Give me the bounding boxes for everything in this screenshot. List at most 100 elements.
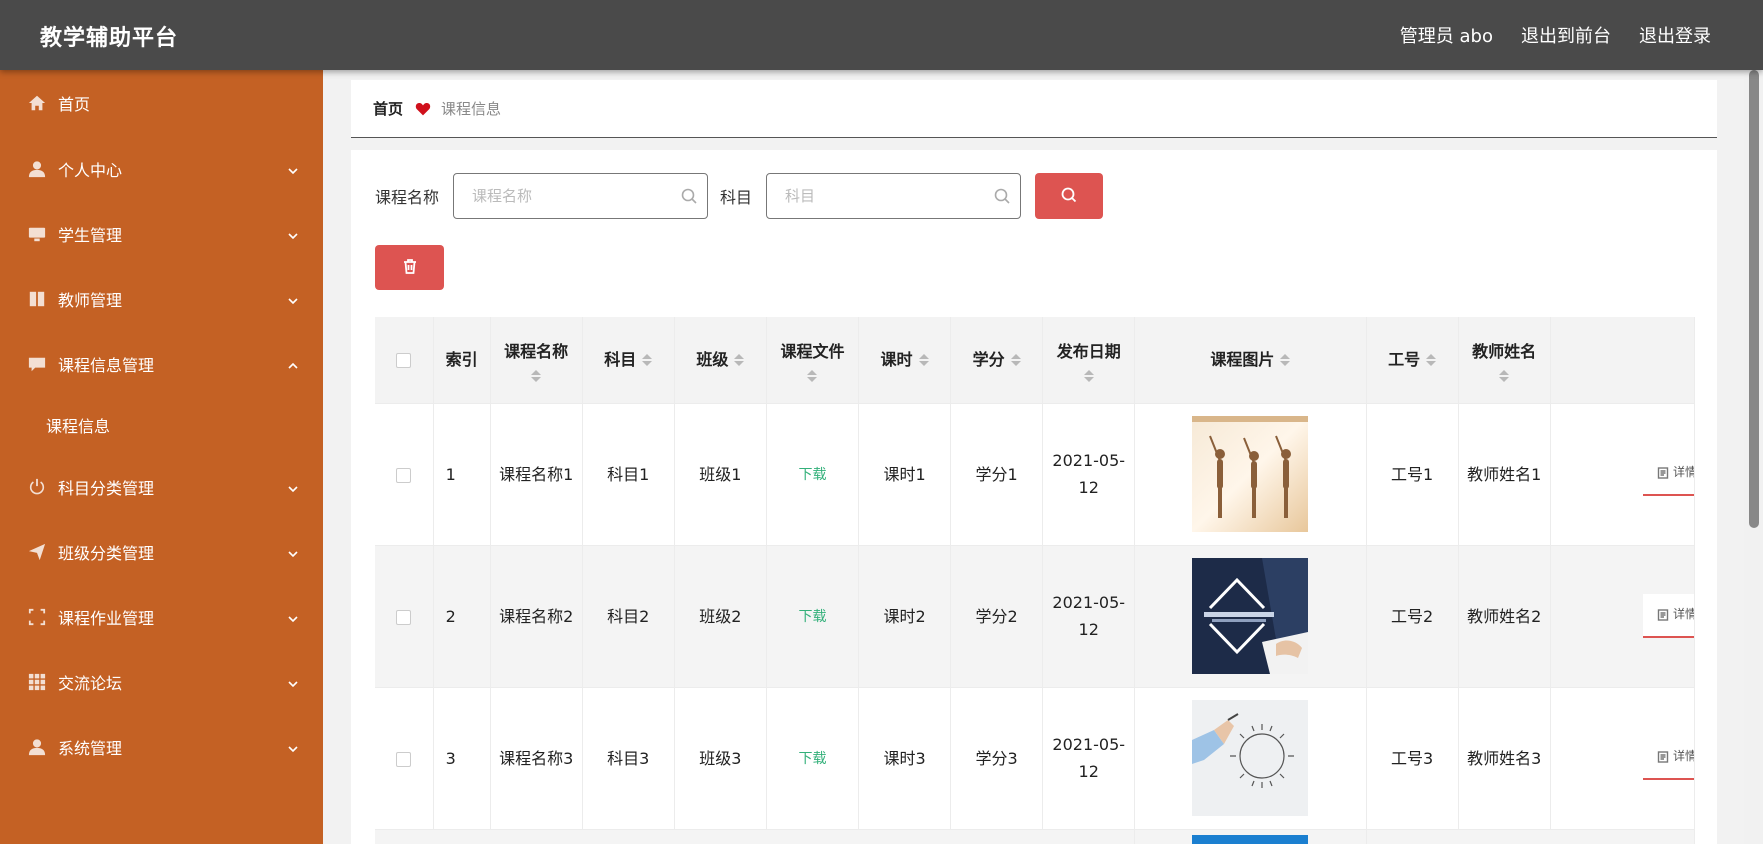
detail-button[interactable]: 详情 xyxy=(1643,735,1694,780)
col-header-course-file[interactable]: 课程文件 xyxy=(766,317,860,403)
chevron-down-icon xyxy=(287,740,299,753)
sidebar-item-label: 班级分类管理 xyxy=(58,543,155,563)
search-icon xyxy=(994,188,1010,204)
col-header-credit[interactable]: 学分 xyxy=(950,317,1044,403)
admin-user-link[interactable]: 管理员 abo xyxy=(1400,22,1493,48)
sidebar-item-course-homework-management[interactable]: 课程作业管理 xyxy=(0,584,323,649)
col-header-course-name[interactable]: 课程名称 xyxy=(490,317,583,403)
col-header-label: 科目 xyxy=(604,349,637,369)
sidebar-item-subject-category-management[interactable]: 科目分类管理 xyxy=(0,454,323,519)
sidebar-item-label: 课程信息管理 xyxy=(58,355,155,375)
document-icon xyxy=(1657,608,1669,621)
col-header-class[interactable]: 班级 xyxy=(674,317,767,403)
document-icon xyxy=(1657,466,1669,479)
cell-course-file: 下载 xyxy=(766,545,860,687)
sort-icon[interactable] xyxy=(1426,354,1437,367)
detail-button[interactable]: 详情 xyxy=(1643,451,1694,496)
col-header-label: 工号 xyxy=(1388,349,1421,369)
sidebar-item-class-category-management[interactable]: 班级分类管理 xyxy=(0,519,323,584)
logout-link[interactable]: 退出登录 xyxy=(1639,22,1711,48)
col-header-label: 课程图片 xyxy=(1210,349,1275,369)
sidebar-item-system-management[interactable]: 系统管理 xyxy=(0,714,323,779)
power-icon xyxy=(28,478,46,496)
col-header-course-image[interactable]: 课程图片 xyxy=(1134,317,1367,403)
sidebar-item-course-info-management[interactable]: 课程信息管理 xyxy=(0,331,323,396)
sidebar-item-student-management[interactable]: 学生管理 xyxy=(0,201,323,266)
row-checkbox[interactable] xyxy=(396,467,412,483)
business-training-photo[interactable] xyxy=(1192,700,1309,816)
sort-icon[interactable] xyxy=(531,369,542,382)
cell-teacher-name: 教师姓名1 xyxy=(1458,403,1551,545)
search-button[interactable] xyxy=(1035,173,1104,219)
sidebar-item-label: 科目分类管理 xyxy=(58,478,155,498)
english-course-photo[interactable] xyxy=(1192,558,1309,674)
sort-icon[interactable] xyxy=(1083,369,1094,382)
col-header-subject[interactable]: 科目 xyxy=(582,317,675,403)
cell-job-no: 工号3 xyxy=(1366,687,1459,829)
cell-course-image xyxy=(1134,403,1367,545)
col-header-index: 索引 xyxy=(433,317,491,403)
delete-button[interactable] xyxy=(375,245,444,290)
sidebar-item-forum[interactable]: 交流论坛 xyxy=(0,649,323,714)
cell-hours: 课时2 xyxy=(858,545,952,687)
subject-input[interactable] xyxy=(767,174,1021,218)
col-header-label: 教师姓名 xyxy=(1472,341,1537,361)
cell-course-image xyxy=(1134,545,1367,687)
col-header-label: 发布日期 xyxy=(1056,341,1121,361)
document-icon xyxy=(1657,750,1669,763)
table-row: 1 课程名称1 科目1 班级1 下载 课时1 学分1 2021-05-12 工号… xyxy=(375,403,1695,545)
chevron-down-icon xyxy=(287,162,299,175)
cell-hours: 课时1 xyxy=(858,403,952,545)
send-icon xyxy=(28,543,46,561)
sidebar-item-personal-center[interactable]: 个人中心 xyxy=(0,136,323,201)
chevron-down-icon xyxy=(287,675,299,688)
sort-icon[interactable] xyxy=(807,369,818,382)
chevron-up-icon xyxy=(287,357,299,369)
breadcrumb-home[interactable]: 首页 xyxy=(373,98,403,119)
sort-icon[interactable] xyxy=(918,354,929,367)
col-header-teacher-name[interactable]: 教师姓名 xyxy=(1458,317,1551,403)
table-row xyxy=(375,829,1695,844)
cell-operations: 详情 xyxy=(1550,403,1695,545)
sort-icon[interactable] xyxy=(734,354,745,367)
sidebar-item-home[interactable]: 首页 xyxy=(0,70,323,136)
page-scrollbar[interactable] xyxy=(1744,70,1763,844)
chevron-down-icon xyxy=(287,227,299,240)
sort-icon[interactable] xyxy=(1499,369,1510,382)
yoga-photo[interactable] xyxy=(1192,416,1309,532)
cell-publish-date: 2021-05-12 xyxy=(1042,687,1136,829)
detail-button[interactable]: 详情 xyxy=(1643,593,1694,638)
course-name-input[interactable] xyxy=(454,174,708,218)
sort-icon[interactable] xyxy=(1010,354,1021,367)
col-header-hours[interactable]: 课时 xyxy=(858,317,952,403)
scrollbar-thumb[interactable] xyxy=(1749,70,1759,528)
col-header-publish-date[interactable]: 发布日期 xyxy=(1042,317,1136,403)
table-row: 2 课程名称2 科目2 班级2 下载 课时2 学分2 2021-05-12 工号… xyxy=(375,545,1695,687)
download-link[interactable]: 下载 xyxy=(798,751,826,767)
col-header-label: 学分 xyxy=(972,349,1005,369)
trash-icon xyxy=(402,258,418,277)
col-header-job-no[interactable]: 工号 xyxy=(1366,317,1459,403)
cell-class: 班级2 xyxy=(674,545,767,687)
exit-to-frontend-link[interactable]: 退出到前台 xyxy=(1521,22,1611,48)
cell-course-name: 课程名称2 xyxy=(490,545,583,687)
user-icon xyxy=(28,738,46,756)
sort-icon[interactable] xyxy=(1280,354,1291,367)
cell-credit: 学分1 xyxy=(950,403,1044,545)
top-header: 教学辅助平台 管理员 abo 退出到前台 退出登录 xyxy=(0,0,1763,70)
cell-subject: 科目3 xyxy=(582,687,675,829)
sidebar-subitem-course-info[interactable]: 课程信息 xyxy=(0,396,323,454)
row-checkbox[interactable] xyxy=(396,751,412,767)
sidebar-item-teacher-management[interactable]: 教师管理 xyxy=(0,266,323,331)
subject-field xyxy=(766,173,1022,219)
download-link[interactable]: 下载 xyxy=(798,467,826,483)
book-icon xyxy=(28,290,46,308)
download-link[interactable]: 下载 xyxy=(798,609,826,625)
select-all-checkbox[interactable] xyxy=(396,352,412,368)
cell-class: 班级1 xyxy=(674,403,767,545)
sort-icon[interactable] xyxy=(642,354,653,367)
chat-icon xyxy=(28,355,46,373)
sidebar-item-label: 学生管理 xyxy=(58,225,123,245)
subject-label: 科目 xyxy=(720,188,753,207)
row-checkbox[interactable] xyxy=(396,609,412,625)
